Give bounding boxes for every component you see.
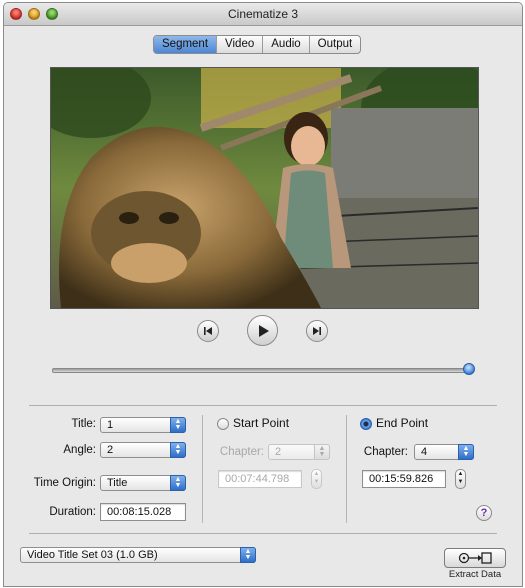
- end-time-stepper[interactable]: ▲ ▼: [455, 469, 466, 489]
- end-chapter-value: 4: [421, 446, 428, 458]
- previous-chapter-button[interactable]: [197, 320, 219, 342]
- extract-data-icon: [458, 552, 492, 564]
- start-time-field[interactable]: 00:07:44.798: [218, 470, 302, 488]
- title-set-popup[interactable]: Video Title Set 03 (1.0 GB) ▲ ▼: [20, 547, 256, 563]
- start-chapter-popup[interactable]: 2 ▲ ▼: [268, 444, 330, 460]
- divider-top: [29, 405, 497, 406]
- start-chapter-value: 2: [275, 446, 282, 458]
- time-origin-popup-value: Title: [107, 477, 128, 489]
- skip-forward-icon: [313, 327, 321, 335]
- title-set-value: Video Title Set 03 (1.0 GB): [27, 549, 158, 561]
- skip-back-icon: [204, 327, 212, 335]
- popup-arrows-icon: ▲ ▼: [240, 547, 256, 563]
- popup-arrows-icon: ▲ ▼: [170, 417, 186, 433]
- angle-popup-value: 2: [107, 444, 114, 456]
- popup-arrows-icon: ▲ ▼: [170, 475, 186, 491]
- duration-field[interactable]: 00:08:15.028: [100, 503, 186, 521]
- play-icon: [258, 324, 269, 337]
- end-chapter-label: Chapter:: [363, 446, 408, 458]
- end-point-label: End Point: [376, 416, 429, 430]
- divider-right: [346, 415, 347, 523]
- title-popup-value: 1: [107, 419, 114, 431]
- video-preview: [50, 67, 479, 309]
- help-button[interactable]: ?: [476, 505, 492, 521]
- end-chapter-popup[interactable]: 4 ▲ ▼: [414, 444, 474, 460]
- time-origin-label: Time Origin:: [33, 477, 96, 489]
- popup-arrows-icon: ▲ ▼: [458, 444, 474, 460]
- window-title: Cinematize 3: [227, 7, 299, 21]
- divider-left: [202, 415, 203, 523]
- popup-arrows-icon: ▲ ▼: [170, 442, 186, 458]
- tab-audio[interactable]: Audio: [263, 36, 310, 53]
- start-chapter-label: Chapter:: [219, 446, 264, 458]
- start-point-label: Start Point: [233, 416, 290, 430]
- video-frame-image: [51, 68, 478, 308]
- divider-bottom: [29, 533, 497, 534]
- app-window: Cinematize 3 Segment Video Audio Output: [3, 2, 523, 587]
- tab-output[interactable]: Output: [310, 36, 361, 53]
- duration-label: Duration:: [49, 506, 96, 518]
- end-time-field[interactable]: 00:15:59.826: [362, 470, 446, 488]
- angle-label: Angle:: [63, 444, 96, 456]
- title-popup[interactable]: 1 ▲ ▼: [100, 417, 186, 433]
- timeline-slider[interactable]: [52, 363, 475, 375]
- extract-data-button[interactable]: [444, 548, 506, 568]
- tab-video[interactable]: Video: [217, 36, 264, 53]
- title-bar: Cinematize 3: [4, 3, 522, 26]
- tab-segment[interactable]: Segment: [154, 36, 218, 53]
- next-chapter-button[interactable]: [306, 320, 328, 342]
- extract-data-label: Extract Data: [448, 569, 502, 580]
- tab-bar: Segment Video Audio Output: [153, 35, 362, 54]
- time-origin-popup[interactable]: Title ▲ ▼: [100, 475, 186, 491]
- angle-popup[interactable]: 2 ▲ ▼: [100, 442, 186, 458]
- play-button[interactable]: [247, 315, 278, 346]
- timeline-slider-knob[interactable]: [463, 363, 475, 375]
- popup-arrows-icon: ▲ ▼: [314, 444, 330, 460]
- start-time-stepper[interactable]: ▲ ▼: [311, 469, 322, 489]
- start-point-radio[interactable]: [217, 418, 229, 430]
- end-point-radio[interactable]: [360, 418, 372, 430]
- title-label: Title:: [71, 418, 97, 430]
